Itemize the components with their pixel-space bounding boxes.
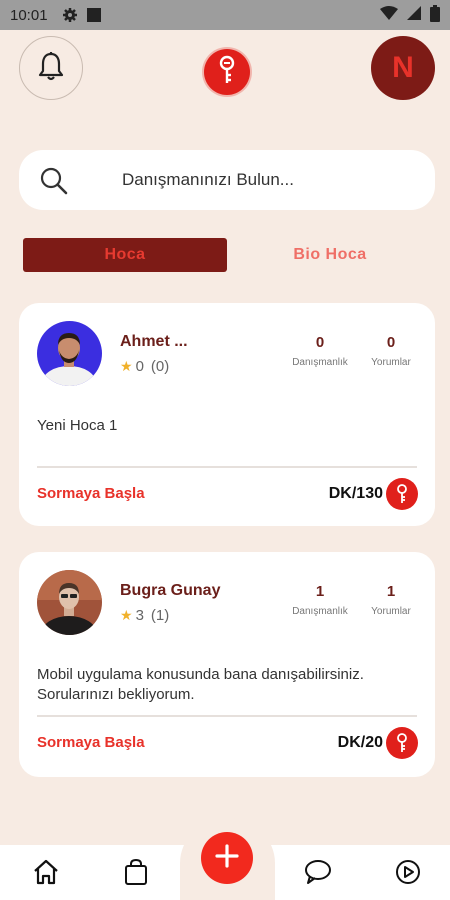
comments-label: Yorumlar <box>371 606 411 617</box>
consult-stat: 1 Danışmanlık <box>285 583 355 617</box>
consult-label: Danışmanlık <box>292 357 348 368</box>
comments-stat: 1 Yorumlar <box>356 583 426 617</box>
nav-shop[interactable] <box>120 858 152 890</box>
avatar-initial: N <box>392 51 414 84</box>
advisor-name: Bugra Gunay <box>120 582 221 599</box>
star-icon: ★ <box>120 607 133 623</box>
comments-label: Yorumlar <box>371 357 411 368</box>
consult-label: Danışmanlık <box>292 606 348 617</box>
tab-hoca-label: Hoca <box>104 246 146 263</box>
divider <box>37 715 417 717</box>
advisor-rating: ★ 0 (0) <box>120 358 169 375</box>
signal-icon <box>407 6 421 24</box>
status-time: 10:01 <box>10 6 48 24</box>
gear-icon <box>62 7 78 23</box>
nav-settings[interactable] <box>392 858 424 890</box>
app-logo <box>204 49 250 95</box>
notifications-button[interactable] <box>19 36 83 100</box>
comments-count: 1 <box>386 583 396 600</box>
nav-home[interactable] <box>30 858 62 890</box>
price-per-minute: DK/20 <box>337 734 383 751</box>
battery-icon <box>430 4 440 26</box>
advisor-description: Yeni Hoca 1 <box>37 417 118 434</box>
advisor-card[interactable]: Ahmet ... ★ 0 (0) 0 Danışmanlık 0 Yoruml… <box>19 303 435 526</box>
key-coin-icon <box>386 727 418 759</box>
price-per-minute: DK/130 <box>328 485 383 502</box>
tab-bio-hoca[interactable]: Bio Hoca <box>232 238 428 272</box>
advisor-photo <box>37 570 102 635</box>
search-bar[interactable]: Danışmanınızı Bulun... <box>19 150 435 210</box>
start-asking-button[interactable]: Sormaya Başla <box>37 485 145 502</box>
rating-value: 0 <box>135 358 144 375</box>
square-icon <box>86 7 102 23</box>
rating-value: 3 <box>135 607 144 624</box>
consult-stat: 0 Danışmanlık <box>285 334 355 368</box>
chat-icon <box>304 858 332 891</box>
add-button[interactable] <box>201 832 253 884</box>
advisor-photo <box>37 321 102 386</box>
wifi-icon <box>380 6 398 24</box>
divider <box>37 466 417 468</box>
bell-icon <box>37 51 65 86</box>
key-coin-icon <box>386 478 418 510</box>
home-icon <box>32 858 60 891</box>
advisor-rating: ★ 3 (1) <box>120 607 169 624</box>
search-input[interactable]: Danışmanınızı Bulun... <box>122 170 294 190</box>
consult-count: 1 <box>315 583 325 600</box>
star-icon: ★ <box>120 358 133 374</box>
comments-stat: 0 Yorumlar <box>356 334 426 368</box>
tab-hoca[interactable]: Hoca <box>23 238 227 272</box>
profile-avatar[interactable]: N <box>371 36 435 100</box>
review-count: (1) <box>150 607 170 624</box>
advisor-name: Ahmet ... <box>120 333 188 350</box>
advisor-description: Mobil uygulama konusunda bana danışabili… <box>37 666 364 703</box>
consult-count: 0 <box>315 334 325 351</box>
search-icon <box>39 166 69 201</box>
key-logo-icon <box>216 55 238 90</box>
app-header: N <box>0 30 450 110</box>
comments-count: 0 <box>386 334 396 351</box>
tab-bio-hoca-label: Bio Hoca <box>293 246 367 263</box>
add-icon <box>215 843 239 873</box>
start-asking-button[interactable]: Sormaya Başla <box>37 734 145 751</box>
nav-chat[interactable] <box>302 858 334 890</box>
advisor-card[interactable]: Bugra Gunay ★ 3 (1) 1 Danışmanlık 1 Yoru… <box>19 552 435 777</box>
status-bar: 10:01 <box>0 0 450 30</box>
shopping-bag-icon <box>123 858 149 891</box>
settings-icon <box>394 858 422 891</box>
review-count: (0) <box>150 358 170 375</box>
